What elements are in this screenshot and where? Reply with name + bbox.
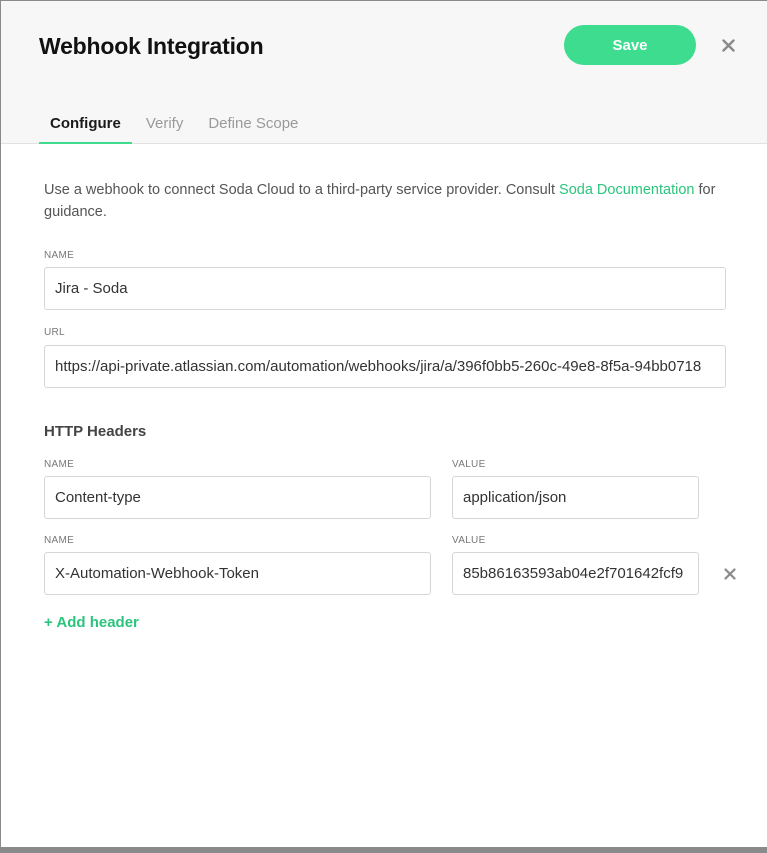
tab-configure[interactable]: Configure	[39, 101, 132, 144]
header-value-label: VALUE	[452, 535, 486, 546]
close-icon[interactable]	[717, 34, 739, 56]
webhook-integration-modal: Webhook Integration Save Configure Verif…	[1, 1, 767, 847]
description-text: Use a webhook to connect Soda Cloud to a…	[44, 179, 734, 223]
modal-header: Webhook Integration Save Configure Verif…	[1, 1, 767, 144]
header-name-input[interactable]	[44, 552, 431, 595]
soda-documentation-link[interactable]: Soda Documentation	[559, 182, 694, 198]
header-value-input[interactable]	[452, 476, 699, 519]
tab-bar: Configure Verify Define Scope	[39, 101, 312, 144]
url-input[interactable]	[44, 345, 726, 388]
header-name-label: NAME	[44, 459, 75, 470]
tab-verify[interactable]: Verify	[135, 101, 195, 144]
header-value-label: VALUE	[452, 459, 486, 470]
url-label: URL	[44, 327, 65, 338]
save-button[interactable]: Save	[564, 25, 696, 65]
header-name-label: NAME	[44, 535, 75, 546]
header-value-input[interactable]	[452, 552, 699, 595]
modal-title: Webhook Integration	[39, 33, 264, 59]
add-header-button[interactable]: + Add header	[44, 614, 139, 631]
header-name-input[interactable]	[44, 476, 431, 519]
name-label: NAME	[44, 250, 75, 261]
remove-header-icon[interactable]	[721, 565, 739, 583]
http-headers-title: HTTP Headers	[44, 423, 147, 440]
name-input[interactable]	[44, 267, 726, 310]
description-before: Use a webhook to connect Soda Cloud to a…	[44, 182, 560, 198]
tab-define-scope[interactable]: Define Scope	[197, 101, 309, 144]
